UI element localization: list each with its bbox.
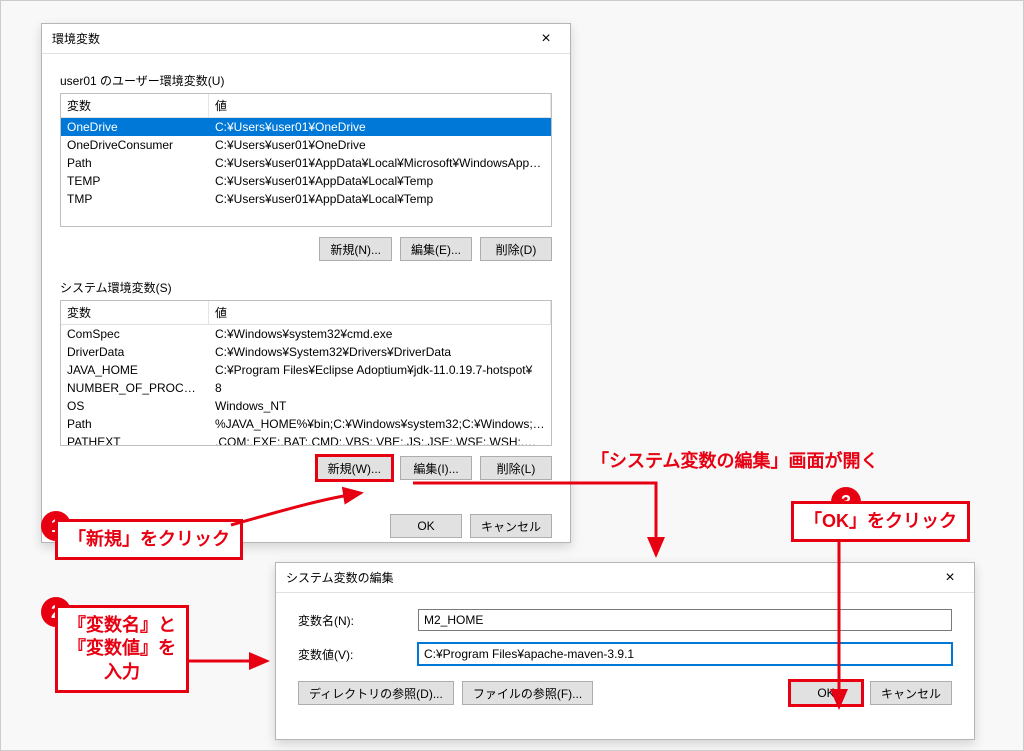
col-header-var[interactable]: 変数: [61, 94, 209, 117]
col-header-var[interactable]: 変数: [61, 301, 209, 324]
user-vars-label: user01 のユーザー環境変数(U): [60, 72, 552, 89]
var-value-label: 変数値(V):: [298, 646, 418, 663]
env-vars-dialog: 環境変数 × user01 のユーザー環境変数(U) 変数 値 OneDrive…: [41, 23, 571, 543]
table-row[interactable]: ComSpecC:¥Windows¥system32¥cmd.exe: [61, 325, 551, 343]
user-vars-table[interactable]: 変数 値 OneDriveC:¥Users¥user01¥OneDriveOne…: [60, 93, 552, 227]
sys-vars-table[interactable]: 変数 値 ComSpecC:¥Windows¥system32¥cmd.exeD…: [60, 300, 552, 446]
edit-ok-button[interactable]: OK: [790, 681, 862, 705]
table-row[interactable]: Path%JAVA_HOME%¥bin;C:¥Windows¥system32;…: [61, 415, 551, 433]
browse-dir-button[interactable]: ディレクトリの参照(D)...: [298, 681, 454, 705]
edit-cancel-button[interactable]: キャンセル: [870, 681, 952, 705]
table-row[interactable]: PATHEXT.COM;.EXE;.BAT;.CMD;.VBS;.VBE;.JS…: [61, 433, 551, 445]
var-value-cell: C:¥Windows¥system32¥cmd.exe: [209, 325, 551, 343]
var-name-cell: ComSpec: [61, 325, 209, 343]
table-row[interactable]: TMPC:¥Users¥user01¥AppData¥Local¥Temp: [61, 190, 551, 208]
edit-sys-var-dialog: システム変数の編集 × 変数名(N): 変数値(V): ディレクトリの参照(D)…: [275, 562, 975, 740]
var-name-cell: DriverData: [61, 343, 209, 361]
var-value-cell: C:¥Windows¥System32¥Drivers¥DriverData: [209, 343, 551, 361]
browse-file-button[interactable]: ファイルの参照(F)...: [462, 681, 593, 705]
table-row[interactable]: JAVA_HOMEC:¥Program Files¥Eclipse Adopti…: [61, 361, 551, 379]
var-name-cell: Path: [61, 154, 209, 172]
var-name-cell: OS: [61, 397, 209, 415]
var-name-input[interactable]: [418, 609, 952, 631]
opens-annotation: 「システム変数の編集」画面が開く: [591, 447, 878, 473]
table-row[interactable]: TEMPC:¥Users¥user01¥AppData¥Local¥Temp: [61, 172, 551, 190]
dialog2-title: システム変数の編集: [286, 569, 930, 586]
var-value-cell: C:¥Users¥user01¥AppData¥Local¥Microsoft¥…: [209, 154, 551, 172]
table-row[interactable]: OneDriveConsumerC:¥Users¥user01¥OneDrive: [61, 136, 551, 154]
var-name-cell: TMP: [61, 190, 209, 208]
var-name-cell: TEMP: [61, 172, 209, 190]
var-name-cell: NUMBER_OF_PROCESSORS: [61, 379, 209, 397]
var-value-cell: .COM;.EXE;.BAT;.CMD;.VBS;.VBE;.JS;.JSE;.…: [209, 433, 551, 445]
user-edit-button[interactable]: 編集(E)...: [400, 237, 472, 261]
table-row[interactable]: NUMBER_OF_PROCESSORS8: [61, 379, 551, 397]
close-icon[interactable]: ×: [930, 564, 970, 592]
var-name-cell: OneDriveConsumer: [61, 136, 209, 154]
table-row[interactable]: PathC:¥Users¥user01¥AppData¥Local¥Micros…: [61, 154, 551, 172]
table-row[interactable]: DriverDataC:¥Windows¥System32¥Drivers¥Dr…: [61, 343, 551, 361]
dialog1-titlebar: 環境変数 ×: [42, 24, 570, 54]
var-value-cell: C:¥Users¥user01¥AppData¥Local¥Temp: [209, 190, 551, 208]
var-value-cell: C:¥Users¥user01¥OneDrive: [209, 118, 551, 136]
var-value-cell: C:¥Program Files¥Eclipse Adoptium¥jdk-11…: [209, 361, 551, 379]
dialog1-title: 環境変数: [52, 30, 526, 47]
step2-callout: 『変数名』と 『変数値』を 入力: [55, 605, 189, 693]
step1-callout: 「新規」をクリック: [55, 519, 243, 560]
var-name-cell: OneDrive: [61, 118, 209, 136]
sys-new-button[interactable]: 新規(W)...: [317, 456, 392, 480]
sys-vars-label: システム環境変数(S): [60, 279, 552, 296]
dialog2-titlebar: システム変数の編集 ×: [276, 563, 974, 593]
var-value-cell: C:¥Users¥user01¥AppData¥Local¥Temp: [209, 172, 551, 190]
col-header-val[interactable]: 値: [209, 94, 551, 117]
var-value-input[interactable]: [418, 643, 952, 665]
user-new-button[interactable]: 新規(N)...: [319, 237, 392, 261]
step3-callout: 「OK」をクリック: [791, 501, 970, 542]
close-icon[interactable]: ×: [526, 25, 566, 53]
var-name-cell: Path: [61, 415, 209, 433]
user-delete-button[interactable]: 削除(D): [480, 237, 552, 261]
var-value-cell: Windows_NT: [209, 397, 551, 415]
var-name-label: 変数名(N):: [298, 612, 418, 629]
col-header-val[interactable]: 値: [209, 301, 551, 324]
env-ok-button[interactable]: OK: [390, 514, 462, 538]
var-value-cell: %JAVA_HOME%¥bin;C:¥Windows¥system32;C:¥W…: [209, 415, 551, 433]
table-row[interactable]: OSWindows_NT: [61, 397, 551, 415]
sys-edit-button[interactable]: 編集(I)...: [400, 456, 472, 480]
var-name-cell: PATHEXT: [61, 433, 209, 445]
table-row[interactable]: OneDriveC:¥Users¥user01¥OneDrive: [61, 118, 551, 136]
var-name-cell: JAVA_HOME: [61, 361, 209, 379]
sys-delete-button[interactable]: 削除(L): [480, 456, 552, 480]
var-value-cell: 8: [209, 379, 551, 397]
var-value-cell: C:¥Users¥user01¥OneDrive: [209, 136, 551, 154]
env-cancel-button[interactable]: キャンセル: [470, 514, 552, 538]
